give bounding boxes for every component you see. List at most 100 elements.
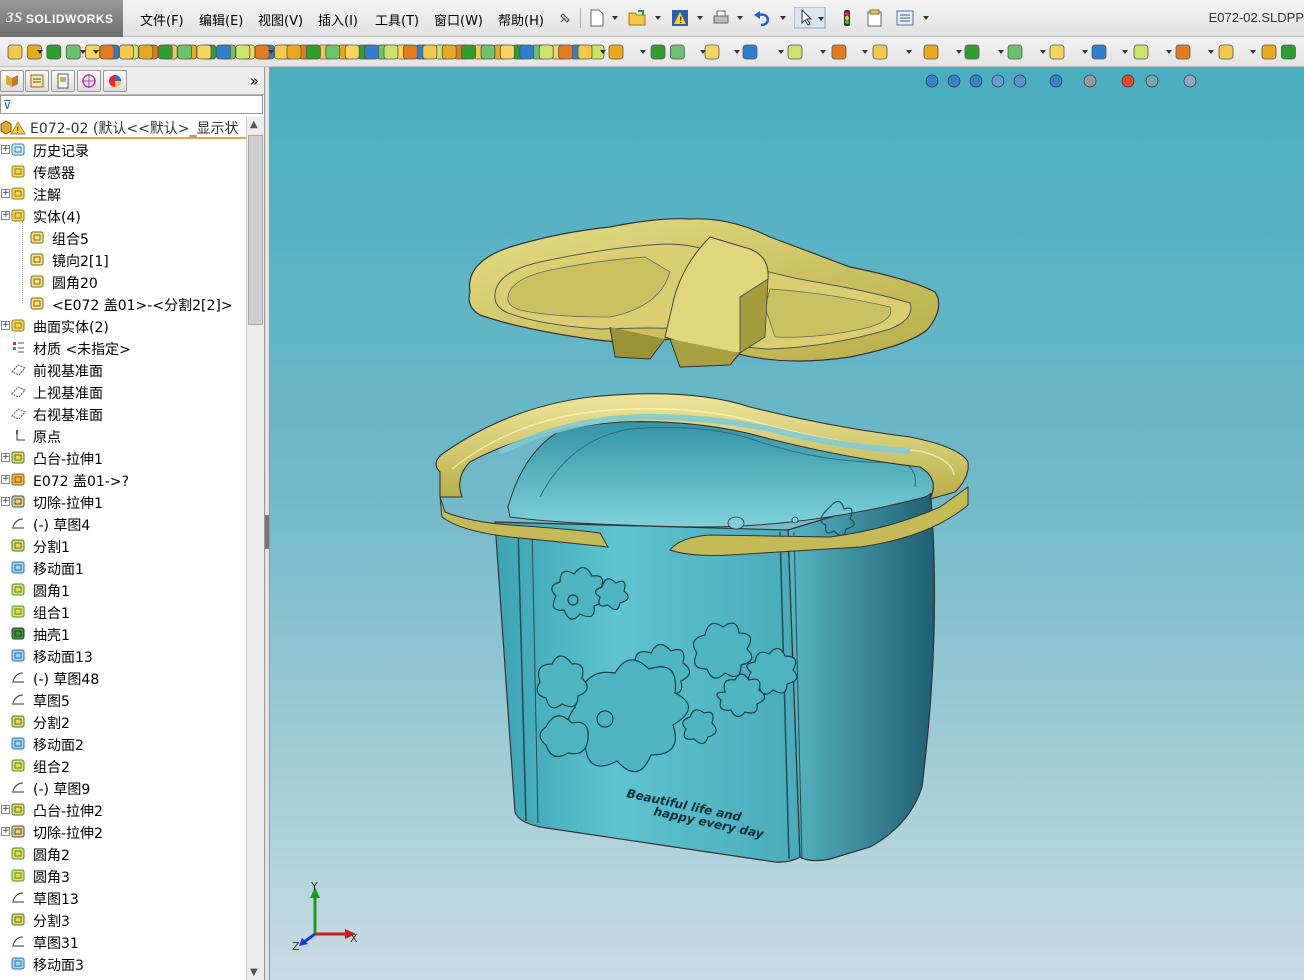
property-tab-icon[interactable]	[25, 70, 49, 92]
tree-item[interactable]: <E072 盖01>-<分割2[2]>	[0, 293, 246, 315]
rebuild-warning-icon[interactable]: !	[671, 9, 689, 27]
dropdown-arrow-icon[interactable]	[906, 50, 912, 54]
command-icon[interactable]	[119, 44, 134, 60]
command-icon[interactable]	[480, 44, 496, 60]
command-icon[interactable]	[157, 44, 173, 60]
splitter-grip[interactable]	[265, 515, 269, 549]
dimxpert-tab-icon[interactable]	[77, 70, 101, 92]
dropdown-arrow-icon[interactable]	[640, 50, 646, 54]
command-icon[interactable]	[831, 44, 847, 60]
command-icon[interactable]	[383, 44, 399, 60]
command-icon[interactable]	[99, 44, 115, 60]
tree-item[interactable]: + 切除-拉伸1	[0, 491, 246, 513]
tree-item[interactable]: 组合2	[0, 755, 246, 777]
dropdown-arrow-icon[interactable]	[1166, 50, 1172, 54]
tree-item[interactable]: + 凸台-拉伸2	[0, 799, 246, 821]
dropdown-arrow-icon[interactable]	[697, 16, 703, 20]
expand-toggle-icon[interactable]: +	[1, 805, 10, 814]
undo-icon[interactable]	[753, 9, 773, 27]
print-icon[interactable]	[712, 9, 730, 27]
tree-item[interactable]: 圆角3	[0, 865, 246, 887]
feature-tree-scrollbar[interactable]: ▲ ▼	[246, 117, 264, 980]
command-icon[interactable]	[461, 44, 477, 60]
tree-item[interactable]: 抽壳1	[0, 623, 246, 645]
command-icon[interactable]	[65, 44, 81, 60]
expand-toggle-icon[interactable]: +	[1, 321, 10, 330]
tree-item[interactable]: 草图5	[0, 689, 246, 711]
tree-item[interactable]: 组合1	[0, 601, 246, 623]
filter-field[interactable]: ⊽	[0, 95, 263, 114]
open-folder-icon[interactable]	[628, 9, 648, 27]
tree-item[interactable]: 移动面1	[0, 557, 246, 579]
command-icon[interactable]	[7, 44, 23, 60]
menu-file[interactable]: 文件(F)	[140, 10, 184, 29]
tree-item[interactable]: 右视基准面	[0, 403, 246, 425]
command-icon[interactable]	[215, 44, 231, 60]
tree-item[interactable]: 上视基准面	[0, 381, 246, 403]
command-icon[interactable]	[558, 44, 573, 60]
display-tab-icon[interactable]	[103, 70, 127, 92]
command-icon[interactable]	[1091, 44, 1107, 60]
dropdown-arrow-icon[interactable]	[998, 50, 1004, 54]
tree-item[interactable]: 镜向2[1]	[0, 249, 246, 271]
command-icon[interactable]	[1281, 44, 1296, 60]
dropdown-arrow-icon[interactable]	[1082, 50, 1088, 54]
dropdown-arrow-icon[interactable]	[923, 16, 929, 20]
file-properties-icon[interactable]	[866, 9, 884, 27]
dropdown-arrow-icon[interactable]	[778, 50, 784, 54]
expand-toggle-icon[interactable]: +	[1, 453, 10, 462]
pin-icon[interactable]	[557, 10, 573, 26]
part-root-node[interactable]: ! E072-02 (默认<<默认>_显示状	[0, 117, 246, 139]
command-icon[interactable]	[499, 44, 515, 60]
command-icon[interactable]	[519, 44, 535, 60]
tree-item[interactable]: 传感器	[0, 161, 246, 183]
menu-insert[interactable]: 插入(I)	[318, 10, 358, 29]
feature-tree-tab-icon[interactable]	[0, 70, 24, 92]
tree-item[interactable]: 分割1	[0, 535, 246, 557]
command-icon[interactable]	[305, 44, 321, 60]
command-icon[interactable]	[650, 44, 666, 60]
command-icon[interactable]	[704, 44, 720, 60]
command-icon[interactable]	[964, 44, 980, 60]
expand-panel-button[interactable]: »	[250, 72, 259, 90]
dropdown-arrow-icon[interactable]	[780, 16, 786, 20]
graphics-viewport[interactable]: Beautiful life and happy every day Y X Z	[270, 67, 1304, 980]
dropdown-arrow-icon[interactable]	[1040, 50, 1046, 54]
command-icon[interactable]	[138, 44, 154, 60]
tree-item[interactable]: 圆角2	[0, 843, 246, 865]
command-icon[interactable]	[274, 44, 290, 60]
dropdown-arrow-icon[interactable]	[862, 50, 868, 54]
options-icon[interactable]	[896, 9, 914, 27]
tree-item[interactable]: 组合5	[0, 227, 246, 249]
tree-item[interactable]: 圆角1	[0, 579, 246, 601]
tree-item[interactable]: 草图31	[0, 931, 246, 953]
command-icon[interactable]	[325, 44, 341, 60]
command-icons[interactable]	[0, 37, 1304, 67]
command-icon[interactable]	[577, 44, 593, 60]
select-arrow-icon[interactable]	[794, 7, 826, 29]
command-icon[interactable]	[872, 44, 888, 60]
tree-item[interactable]: (-) 草图4	[0, 513, 246, 535]
tree-item[interactable]: 移动面13	[0, 645, 246, 667]
tree-item[interactable]: + 曲面实体(2)	[0, 315, 246, 337]
tree-item[interactable]: 移动面2	[0, 733, 246, 755]
tree-item[interactable]: + 注解	[0, 183, 246, 205]
dropdown-arrow-icon[interactable]	[1208, 50, 1214, 54]
command-icon[interactable]	[787, 44, 803, 60]
tree-item[interactable]: (-) 草图9	[0, 777, 246, 799]
solidworks-logo[interactable]: 3S SOLIDWORKS	[0, 0, 123, 37]
expand-toggle-icon[interactable]: +	[1, 189, 10, 198]
3d-model[interactable]: Beautiful life and happy every day	[270, 67, 1304, 980]
tree-item[interactable]: + 切除-拉伸2	[0, 821, 246, 843]
tree-item[interactable]: 分割3	[0, 909, 246, 931]
menu-window[interactable]: 窗口(W)	[434, 10, 483, 29]
tree-item[interactable]: 原点	[0, 425, 246, 447]
dropdown-arrow-icon[interactable]	[1122, 50, 1128, 54]
command-icon[interactable]	[1007, 44, 1023, 60]
config-tab-icon[interactable]	[51, 70, 75, 92]
tree-item[interactable]: 前视基准面	[0, 359, 246, 381]
command-icon[interactable]	[402, 44, 418, 60]
command-icon[interactable]	[286, 44, 302, 60]
command-icon[interactable]	[364, 44, 380, 60]
command-icon[interactable]	[538, 44, 554, 60]
